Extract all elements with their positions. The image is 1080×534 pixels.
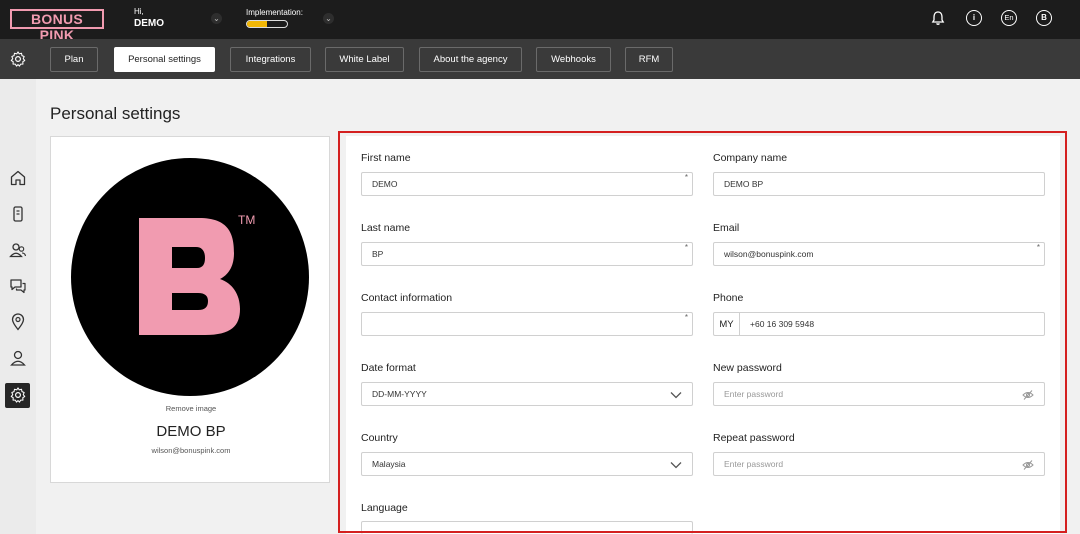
country-select[interactable]: Malaysia [361,452,693,476]
repeat-password-label: Repeat password [713,432,795,444]
date-format-label: Date format [361,362,416,374]
tab-rfm[interactable]: RFM [625,47,673,72]
tab-integrations[interactable]: Integrations [230,47,311,72]
language-icon[interactable]: En [1001,10,1017,26]
profile-name: DEMO BP [156,423,226,440]
implementation-progress [246,20,288,28]
tab-personal-settings[interactable]: Personal settings [114,47,215,72]
left-sidebar [0,79,36,534]
home-icon[interactable] [9,169,27,187]
top-bar: BONUS PINK Hi, DEMO ⌄ Implementation: ⌄ … [0,0,1080,43]
date-format-value: DD-MM-YYYY [372,389,427,399]
language-select[interactable] [361,521,693,534]
greeting-text: Hi, [134,7,144,16]
company-name-field[interactable]: DEMO BP [713,172,1045,196]
users-icon[interactable] [9,241,27,259]
profile-card: TM Remove image DEMO BP wilson@bonuspink… [50,136,330,483]
remove-image-link[interactable]: Remove image [51,404,331,413]
first-name-field[interactable]: DEMO * [361,172,693,196]
last-name-field[interactable]: BP * [361,242,693,266]
tab-webhooks[interactable]: Webhooks [536,47,611,72]
contact-information-label: Contact information [361,292,453,304]
user-name: DEMO [134,18,164,29]
required-mark: * [684,243,688,252]
company-name-label: Company name [713,152,788,164]
repeat-password-field[interactable]: Enter password [713,452,1045,476]
eye-off-icon[interactable] [1022,459,1034,471]
email-field[interactable]: wilson@bonuspink.com * [713,242,1045,266]
device-icon[interactable] [9,205,27,223]
required-mark: * [684,313,688,322]
avatar[interactable]: TM [71,158,309,396]
bell-icon[interactable] [930,10,946,26]
chevron-down-icon [670,462,682,469]
gear-icon[interactable] [9,386,27,404]
location-icon[interactable] [9,313,27,331]
phone-field[interactable]: MY +60 16 309 5948 [713,312,1045,336]
account-icon[interactable]: B [1036,10,1052,26]
eye-off-icon[interactable] [1022,389,1034,401]
personal-settings-form: First name DEMO * Company name DEMO BP L… [346,136,1060,534]
profile-email: wilson@bonuspink.com [151,446,231,455]
page-title: Personal settings [50,104,181,123]
company-name-value: DEMO BP [724,179,764,189]
gear-icon[interactable] [9,50,27,68]
trademark-mark: TM [238,213,255,227]
repeat-password-placeholder: Enter password [724,459,784,469]
required-mark: * [684,173,688,182]
implementation-label: Implementation: [246,8,303,17]
tab-white-label[interactable]: White Label [325,47,404,72]
brand-logo[interactable]: BONUS PINK [10,9,104,43]
new-password-field[interactable]: Enter password [713,382,1045,406]
info-icon[interactable]: i [966,10,982,26]
contact-information-field[interactable]: * [361,312,693,336]
implementation-progress-fill [247,21,267,27]
country-label: Country [361,432,398,444]
required-mark: * [1036,243,1040,252]
brand-avatar-logo: TM [139,213,255,335]
last-name-value: BP [372,249,384,259]
email-value: wilson@bonuspink.com [724,249,814,259]
first-name-value: DEMO [372,179,398,189]
user-dropdown-icon[interactable]: ⌄ [211,13,222,24]
phone-country-code[interactable]: MY [714,313,740,335]
user-greeting[interactable]: Hi, DEMO [134,7,164,31]
user-icon[interactable] [9,349,27,367]
country-value: Malaysia [372,459,406,469]
new-password-label: New password [713,362,782,374]
last-name-label: Last name [361,222,411,234]
tab-plan[interactable]: Plan [50,47,98,72]
implementation-dropdown-icon[interactable]: ⌄ [323,13,334,24]
email-label: Email [713,222,740,234]
tab-about-the-agency[interactable]: About the agency [419,47,522,72]
date-format-select[interactable]: DD-MM-YYYY [361,382,693,406]
new-password-placeholder: Enter password [724,389,784,399]
chevron-down-icon [670,392,682,399]
language-label: Language [361,502,408,514]
phone-label: Phone [713,292,744,304]
settings-tab-bar: Plan Personal settings Integrations Whit… [0,39,1080,79]
phone-value: +60 16 309 5948 [750,319,815,329]
first-name-label: First name [361,152,411,164]
chat-icon[interactable] [9,277,27,295]
